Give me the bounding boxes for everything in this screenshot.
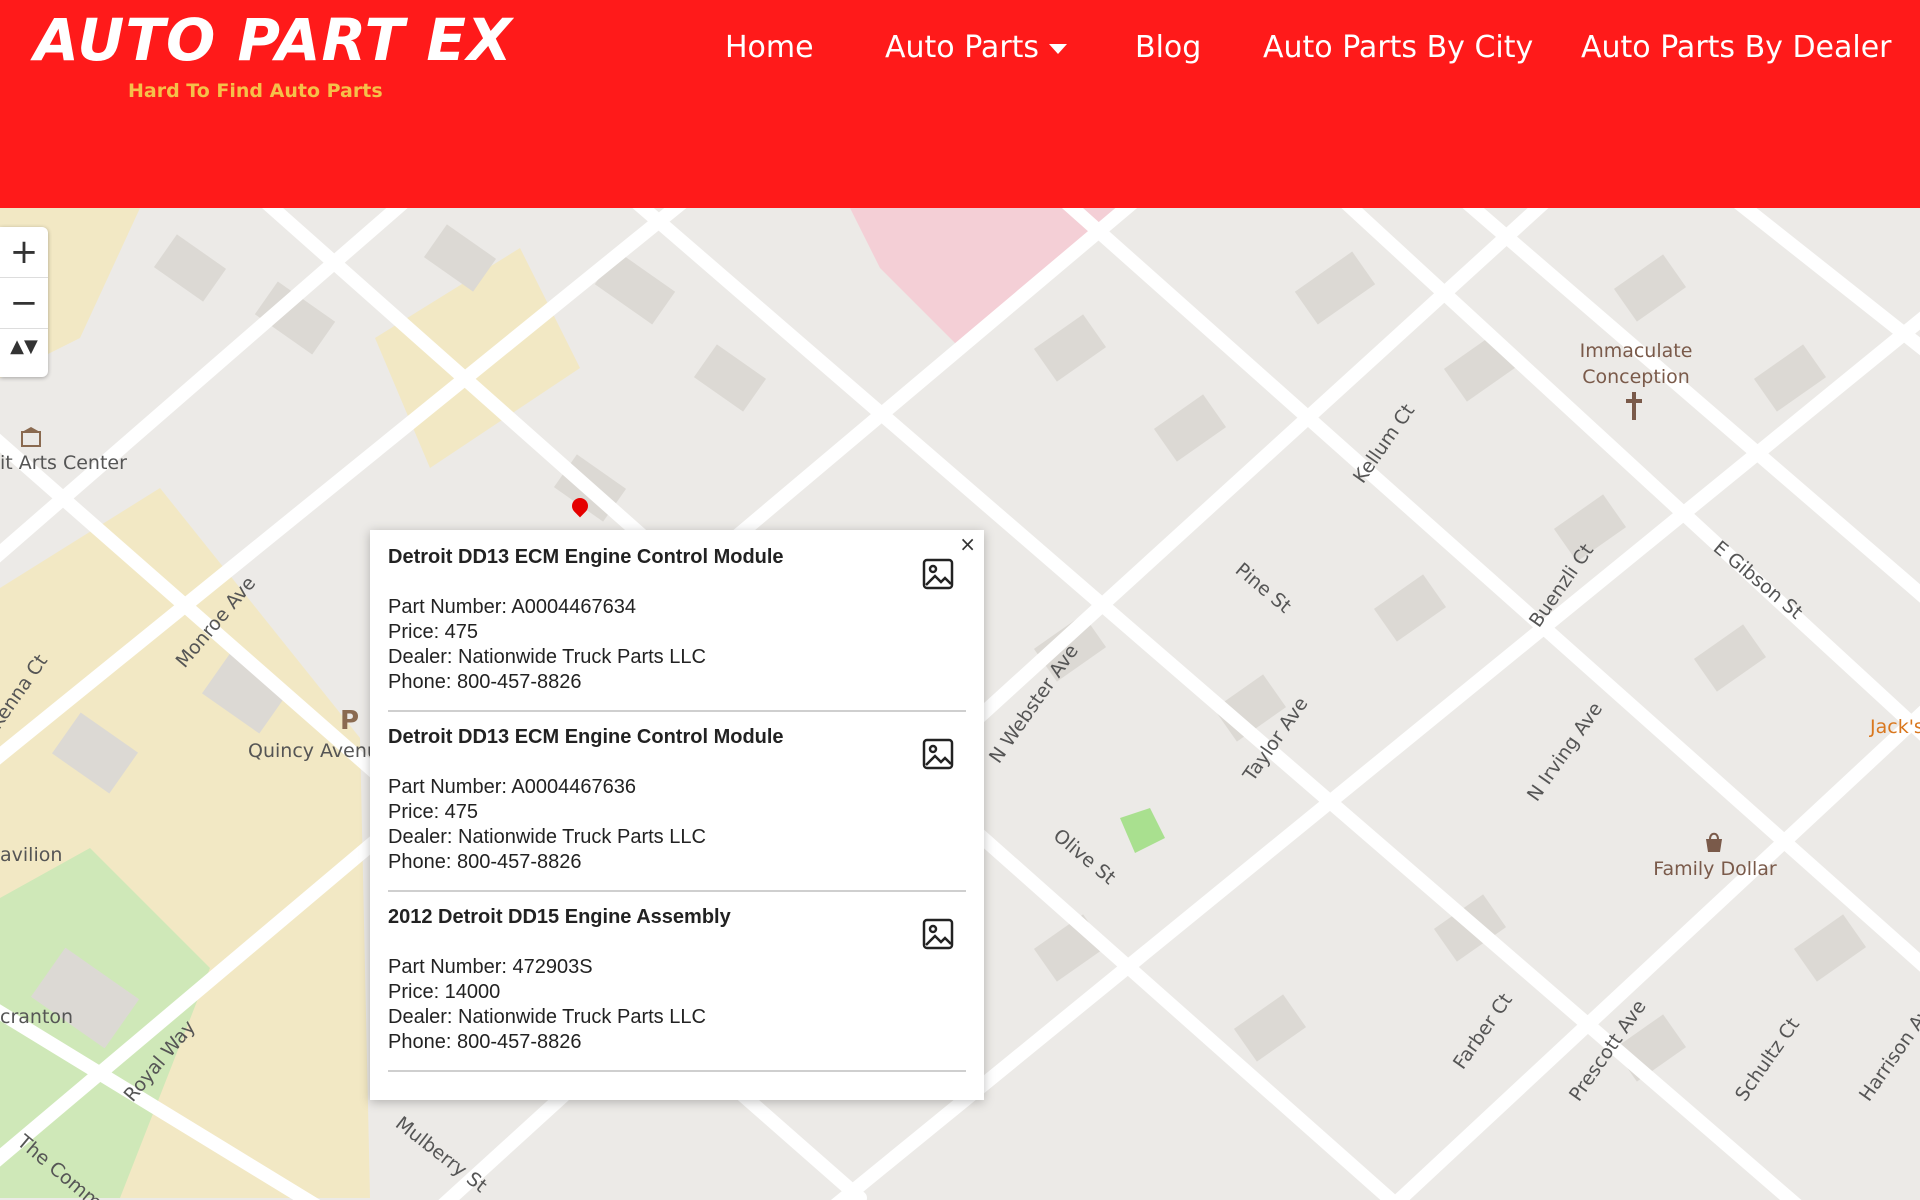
church-cross-icon xyxy=(1626,392,1642,420)
gallery-icon xyxy=(21,427,41,447)
part-listing: Detroit DD13 ECM Engine Control Module P… xyxy=(388,710,966,892)
part-phone: Phone: 800-457-8826 xyxy=(388,671,582,693)
part-title[interactable]: Detroit DD13 ECM Engine Control Module xyxy=(388,726,784,749)
part-dealer: Dealer: Nationwide Truck Parts LLC xyxy=(388,1006,706,1028)
map-label-parking: P xyxy=(340,706,360,736)
map-poi-immaculate: Immaculate xyxy=(1579,340,1693,362)
nav-auto-parts-by-dealer[interactable]: Auto Parts By Dealer xyxy=(1581,30,1892,65)
nav-auto-parts-label: Auto Parts xyxy=(885,30,1040,65)
part-price: Price: 475 xyxy=(388,801,479,823)
part-title[interactable]: 2012 Detroit DD15 Engine Assembly xyxy=(388,906,731,929)
image-icon[interactable] xyxy=(922,918,954,950)
shopping-bag-icon xyxy=(1706,832,1722,852)
part-phone: Phone: 800-457-8826 xyxy=(388,851,582,873)
part-price: Price: 475 xyxy=(388,621,479,643)
map-poi-family-dollar: Family Dollar xyxy=(1653,858,1777,880)
part-number: Part Number: 472903S xyxy=(388,956,593,978)
map-poi-conception: Conception xyxy=(1582,366,1690,388)
nav-blog[interactable]: Blog xyxy=(1135,30,1201,65)
part-listing: Detroit DD13 ECM Engine Control Module P… xyxy=(388,530,966,712)
part-dealer: Dealer: Nationwide Truck Parts LLC xyxy=(388,826,706,848)
part-dealer: Dealer: Nationwide Truck Parts LLC xyxy=(388,646,706,668)
part-number: Part Number: A0004467636 xyxy=(388,776,636,798)
part-phone: Phone: 800-457-8826 xyxy=(388,1031,582,1053)
part-number: Part Number: A0004467634 xyxy=(388,596,636,618)
site-logo[interactable]: AUTO PART EX xyxy=(34,6,513,74)
part-title[interactable]: Detroit DD13 ECM Engine Control Module xyxy=(388,546,784,569)
nav-auto-parts-by-city[interactable]: Auto Parts By City xyxy=(1263,30,1533,65)
image-icon[interactable] xyxy=(922,558,954,590)
zone-green-square xyxy=(1120,808,1165,853)
caret-down-icon xyxy=(1049,43,1068,54)
compass-reset-button[interactable]: ▲▼ xyxy=(0,329,48,379)
zoom-in-button[interactable]: + xyxy=(0,227,48,278)
parts-popup: × Detroit DD13 ECM Engine Control Module… xyxy=(370,530,984,1100)
map-label-pavilion: avilion xyxy=(0,844,63,866)
map-zoom-control: + − ▲▼ xyxy=(0,227,48,377)
part-price: Price: 14000 xyxy=(388,981,501,1003)
site-header: AUTO PART EX Hard To Find Auto Parts Hom… xyxy=(0,0,1920,208)
map-poi-jacks: Jack's xyxy=(1870,716,1920,738)
nav-home[interactable]: Home xyxy=(725,30,814,65)
nav-auto-parts[interactable]: Auto Parts xyxy=(885,30,1068,65)
map-label-arts-center: it Arts Center xyxy=(0,452,127,474)
site-tagline: Hard To Find Auto Parts xyxy=(128,80,383,102)
zoom-out-button[interactable]: − xyxy=(0,278,48,329)
part-listing: 2012 Detroit DD15 Engine Assembly Part N… xyxy=(388,890,966,1072)
image-icon[interactable] xyxy=(922,738,954,770)
map-label-cranton: cranton xyxy=(0,1006,74,1028)
